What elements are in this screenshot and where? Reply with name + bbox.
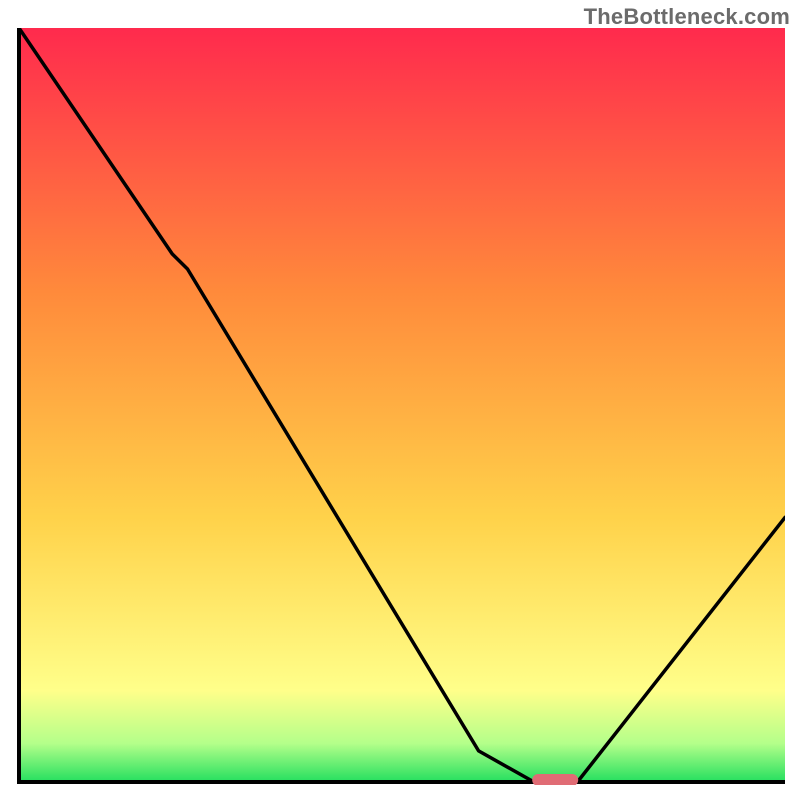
optimum-marker — [532, 774, 578, 785]
watermark-text: TheBottleneck.com — [584, 4, 790, 30]
heat-gradient — [19, 28, 785, 781]
plot-svg — [15, 28, 785, 785]
plot-area — [15, 28, 785, 785]
chart-stage: TheBottleneck.com — [0, 0, 800, 800]
